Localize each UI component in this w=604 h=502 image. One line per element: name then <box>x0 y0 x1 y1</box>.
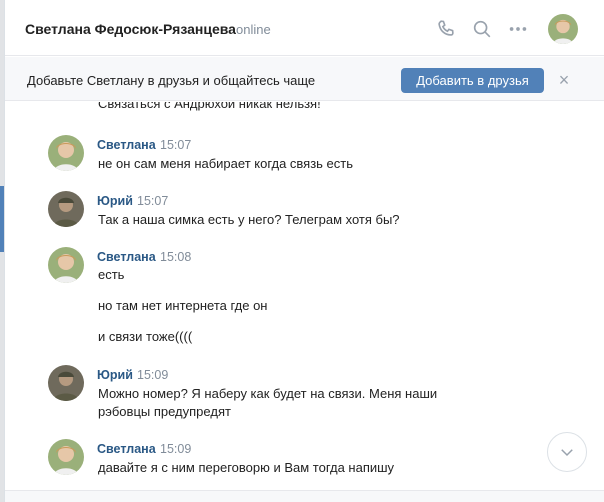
message-author[interactable]: Светлана <box>97 250 156 264</box>
phone-icon[interactable] <box>435 18 457 40</box>
message-author[interactable]: Светлана <box>97 442 156 456</box>
banner-text: Добавьте Светлану в друзья и общайтесь ч… <box>27 73 316 88</box>
message-text: Связаться с Андрюхой никак нельзя! <box>98 102 321 111</box>
composer-edge <box>5 490 604 502</box>
chat-panel: Светлана Федосюк-Рязанцева online Добавь… <box>4 0 604 502</box>
chevron-down-icon <box>558 443 576 461</box>
add-friend-button[interactable]: Добавить в друзья <box>401 68 544 93</box>
message-time[interactable]: 15:07 <box>160 138 191 152</box>
more-icon[interactable] <box>507 18 529 40</box>
message-time[interactable]: 15:07 <box>137 194 168 208</box>
chat-title[interactable]: Светлана Федосюк-Рязанцева <box>25 21 236 37</box>
message-time[interactable]: 15:09 <box>137 368 168 382</box>
online-status: online <box>236 22 271 37</box>
scroll-down-button[interactable] <box>547 432 587 472</box>
message-text: давайте я с ним переговорю и Вам тогда н… <box>98 460 395 475</box>
message-text: но там нет интернета где он <box>98 298 268 313</box>
message-text: не он сам меня набирает когда связь есть <box>98 156 354 171</box>
message-text: и связи тоже(((( <box>98 329 193 344</box>
avatar[interactable] <box>48 439 84 475</box>
message-text: Можно номер? Я наберу как будет на связи… <box>98 386 438 401</box>
avatar[interactable] <box>48 135 84 171</box>
message-text: Так а наша симка есть у него? Телеграм х… <box>98 212 400 227</box>
message-time[interactable]: 15:09 <box>160 442 191 456</box>
message-author[interactable]: Юрий <box>97 194 133 208</box>
chat-header: Светлана Федосюк-Рязанцева online <box>5 0 604 56</box>
close-icon[interactable]: × <box>556 71 572 89</box>
message-author[interactable]: Юрий <box>97 368 133 382</box>
message-history: Связаться с Андрюхой никак нельзя! Светл… <box>5 102 604 490</box>
message-time[interactable]: 15:08 <box>160 250 191 264</box>
message-text: есть <box>98 267 125 282</box>
avatar[interactable] <box>548 14 578 44</box>
avatar[interactable] <box>48 247 84 283</box>
search-icon[interactable] <box>471 18 493 40</box>
message-author[interactable]: Светлана <box>97 138 156 152</box>
avatar[interactable] <box>48 191 84 227</box>
message-text: рэбовцы предупредят <box>98 404 231 419</box>
avatar[interactable] <box>48 365 84 401</box>
